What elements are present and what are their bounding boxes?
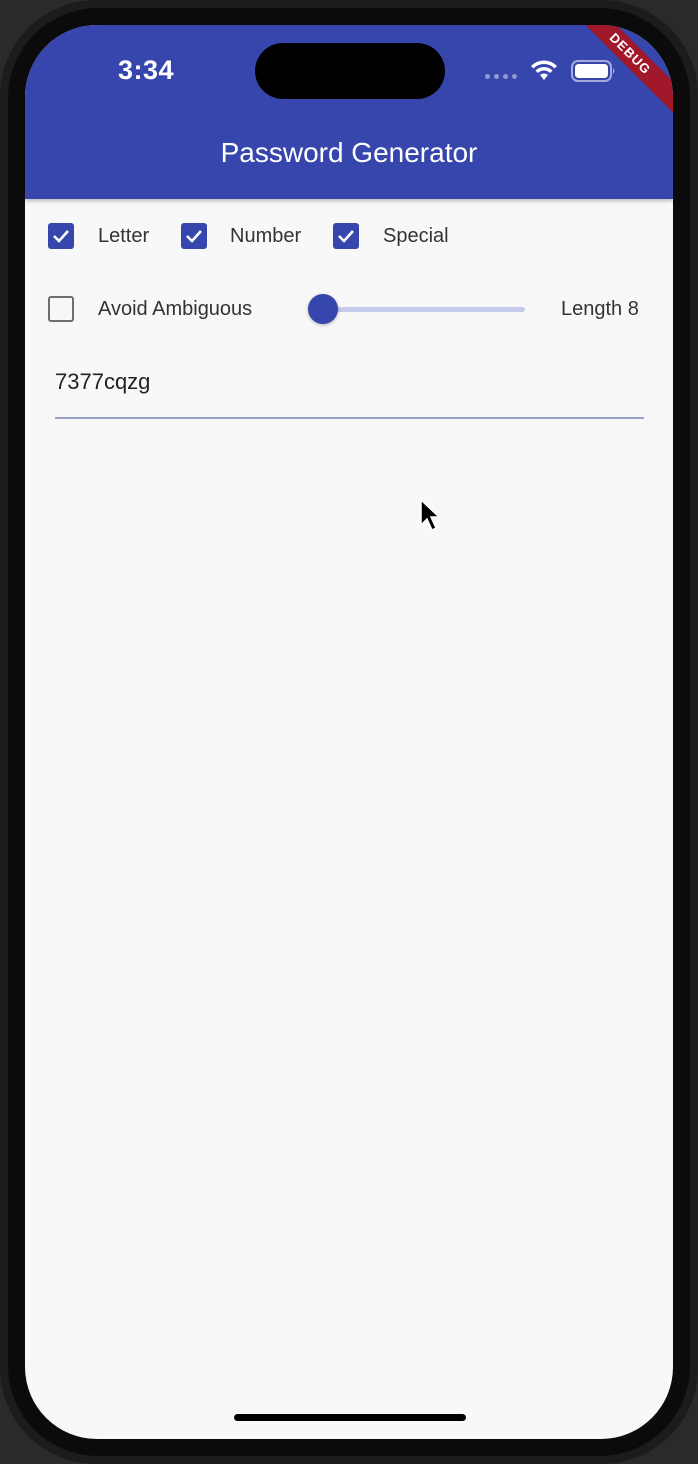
- avoid-ambiguous-label[interactable]: Avoid Ambiguous: [98, 296, 252, 322]
- home-indicator[interactable]: [234, 1414, 466, 1421]
- password-field[interactable]: 7377cqzg: [55, 367, 644, 419]
- special-checkbox[interactable]: [333, 223, 359, 249]
- character-options-row: Letter Number Special: [25, 221, 673, 265]
- page-title: Password Generator: [220, 137, 478, 168]
- letter-checkbox[interactable]: [48, 223, 74, 249]
- status-time: 3:34: [118, 55, 175, 85]
- check-icon: [338, 230, 354, 243]
- special-label[interactable]: Special: [383, 223, 449, 249]
- battery-icon: [571, 60, 615, 82]
- dynamic-island: [255, 43, 445, 99]
- length-slider-thumb[interactable]: [308, 294, 338, 324]
- number-label[interactable]: Number: [230, 223, 301, 249]
- cellular-signal-icon: [485, 74, 517, 79]
- check-icon: [186, 230, 202, 243]
- app-bar: 3:34 DEBUG Password Generator: [25, 25, 673, 199]
- letter-label[interactable]: Letter: [98, 223, 149, 249]
- length-label: Length 8: [561, 298, 639, 320]
- check-icon: [53, 230, 69, 243]
- wifi-icon: [531, 60, 557, 80]
- mouse-pointer-icon: [420, 499, 441, 532]
- length-slider-track[interactable]: [309, 307, 525, 312]
- app-screen: 3:34 DEBUG Password Generator Letter Num…: [25, 25, 673, 1439]
- avoid-ambiguous-checkbox[interactable]: [48, 296, 74, 322]
- number-checkbox[interactable]: [181, 223, 207, 249]
